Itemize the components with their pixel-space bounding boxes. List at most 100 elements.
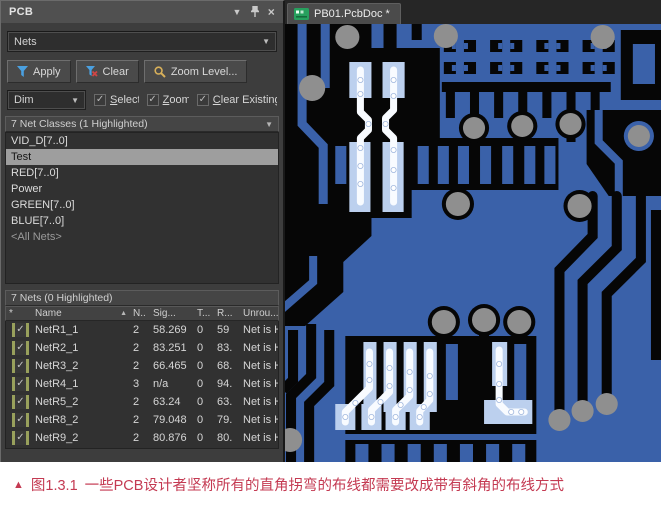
tab-pb01-pcbdoc[interactable]: PB01.PcbDoc * <box>287 3 401 24</box>
pcb-canvas[interactable] <box>285 24 661 462</box>
net-cell-name: NetR1_1 <box>32 324 130 336</box>
net-class-item[interactable]: RED[7..0] <box>6 165 278 181</box>
net-class-item[interactable]: VID_D[7..0] <box>6 133 278 149</box>
net-checkbox[interactable]: ✓ <box>12 413 29 427</box>
net-checkbox[interactable]: ✓ <box>12 341 29 355</box>
net-row[interactable]: ✓NetR2_1283.251083.Net is Hid <box>6 339 278 357</box>
net-cell-signal: 63.24 <box>150 396 194 408</box>
net-checkbox[interactable]: ✓ <box>12 359 29 373</box>
net-row[interactable]: ✓NetR3_2266.465068.Net is Hid <box>6 357 278 375</box>
nets-column-header[interactable]: *Name▲N..Sig...T...R...Unrou... <box>5 306 279 321</box>
net-class-item[interactable]: GREEN[7..0] <box>6 197 278 213</box>
apply-button[interactable]: Apply <box>7 60 71 83</box>
nets-column-6[interactable]: Unrou... <box>240 308 278 319</box>
clear-button[interactable]: Clear <box>76 60 139 83</box>
screenshot-root: PCB ▼ × Nets ▼ <box>0 0 661 507</box>
nets-column-5[interactable]: R... <box>214 308 240 319</box>
net-cell-unrouted: Net is Hid <box>240 378 278 390</box>
net-cell-t: 0 <box>194 414 214 426</box>
net-cell-name: NetR9_2 <box>32 432 130 444</box>
net-cell-t: 0 <box>194 324 214 336</box>
net-cell-t: 0 <box>194 360 214 372</box>
net-cell-t: 0 <box>194 396 214 408</box>
dim-select[interactable]: Dim ▼ <box>7 90 86 110</box>
pcb-artwork <box>285 24 661 462</box>
caption-figure-label: 图1.3.1 <box>31 474 78 495</box>
nets-section-header: 7 Nets (0 Highlighted) <box>5 290 279 306</box>
net-row[interactable]: ✓NetR9_2280.876080.Net is Hid <box>6 429 278 447</box>
panel-close-icon[interactable]: × <box>268 7 275 17</box>
net-class-item[interactable]: <All Nets> <box>6 229 278 245</box>
net-cell-cbx[interactable]: ✓ <box>6 413 32 427</box>
browse-mode-select[interactable]: Nets ▼ <box>7 31 277 52</box>
magnifier-icon <box>154 66 166 78</box>
panel-header: PCB ▼ × <box>1 1 283 23</box>
net-cell-unrouted: Net is Hid <box>240 342 278 354</box>
net-classes-section-header[interactable]: 7 Net Classes (1 Highlighted) ▼ <box>5 116 279 132</box>
panel-menu-icon[interactable]: ▼ <box>232 7 241 17</box>
zoom-level-button[interactable]: Zoom Level... <box>144 60 248 83</box>
net-cell-signal: 83.251 <box>150 342 194 354</box>
clear-existing-checkbox[interactable]: ✓ Clear Existing <box>197 94 277 106</box>
net-row[interactable]: ✓NetR8_2279.048079.Net is Hid <box>6 411 278 429</box>
net-class-item[interactable]: Test <box>6 149 278 165</box>
nets-column-0[interactable]: * <box>6 308 32 319</box>
net-cell-r: 63. <box>214 396 240 408</box>
panel-title: PCB <box>9 6 33 18</box>
net-cell-nodes: 2 <box>130 432 150 444</box>
net-cell-cbx[interactable]: ✓ <box>6 359 32 373</box>
net-cell-signal: 58.269 <box>150 324 194 336</box>
net-cell-cbx[interactable]: ✓ <box>6 395 32 409</box>
net-cell-nodes: 2 <box>130 396 150 408</box>
net-cell-signal: 66.465 <box>150 360 194 372</box>
net-cell-name: NetR3_2 <box>32 360 130 372</box>
net-class-list: VID_D[7..0]TestRED[7..0]PowerGREEN[7..0]… <box>5 132 279 284</box>
net-row[interactable]: ✓NetR4_13n/a094.Net is Hid <box>6 375 278 393</box>
net-cell-t: 0 <box>194 342 214 354</box>
net-cell-unrouted: Net is Hid <box>240 360 278 372</box>
net-cell-unrouted: Net is Hid <box>240 324 278 336</box>
net-cell-cbx[interactable]: ✓ <box>6 323 32 337</box>
net-cell-nodes: 2 <box>130 342 150 354</box>
net-cell-r: 83. <box>214 342 240 354</box>
document-tabbar: PB01.PcbDoc * <box>285 0 661 24</box>
net-checkbox[interactable]: ✓ <box>12 377 29 391</box>
pin-icon[interactable] <box>251 6 259 19</box>
net-cell-cbx[interactable]: ✓ <box>6 341 32 355</box>
net-cell-nodes: 3 <box>130 378 150 390</box>
net-class-item[interactable]: BLUE[7..0] <box>6 213 278 229</box>
caption-marker-icon: ▲ <box>13 479 24 491</box>
pcb-panel: PCB ▼ × Nets ▼ <box>0 0 285 462</box>
net-cell-unrouted: Net is Hid <box>240 396 278 408</box>
net-row[interactable]: ✓NetR5_2263.24063.Net is Hid <box>6 393 278 411</box>
sort-ascending-icon: ▲ <box>120 310 127 317</box>
net-cell-r: 80. <box>214 432 240 444</box>
zoom-checkbox[interactable]: ✓ Zoom <box>147 94 189 106</box>
panel-filler <box>1 449 283 462</box>
chevron-down-icon: ▼ <box>71 96 79 105</box>
nets-column-4[interactable]: T... <box>194 308 214 319</box>
net-checkbox[interactable]: ✓ <box>12 395 29 409</box>
net-cell-name: NetR4_1 <box>32 378 130 390</box>
net-cell-cbx[interactable]: ✓ <box>6 431 32 445</box>
workspace: PCB ▼ × Nets ▼ <box>0 0 661 462</box>
net-checkbox[interactable]: ✓ <box>12 431 29 445</box>
net-cell-name: NetR2_1 <box>32 342 130 354</box>
net-checkbox[interactable]: ✓ <box>12 323 29 337</box>
filter-apply-icon <box>17 66 28 77</box>
select-checkbox[interactable]: ✓ Select <box>94 94 139 106</box>
pcbdoc-icon <box>294 8 309 20</box>
net-cell-unrouted: Net is Hid <box>240 432 278 444</box>
nets-column-2[interactable]: N.. <box>130 308 150 319</box>
chevron-down-icon: ▼ <box>262 37 270 46</box>
nets-column-3[interactable]: Sig... <box>150 308 194 319</box>
nets-column-1[interactable]: Name▲ <box>32 308 130 319</box>
net-cell-r: 68. <box>214 360 240 372</box>
editor-area: PB01.PcbDoc * <box>285 0 661 462</box>
net-class-item[interactable]: Power <box>6 181 278 197</box>
net-cell-cbx[interactable]: ✓ <box>6 377 32 391</box>
net-row[interactable]: ✓NetR1_1258.269059Net is Hid <box>6 321 278 339</box>
net-cell-signal: 79.048 <box>150 414 194 426</box>
net-cell-r: 59 <box>214 324 240 336</box>
net-cell-nodes: 2 <box>130 324 150 336</box>
